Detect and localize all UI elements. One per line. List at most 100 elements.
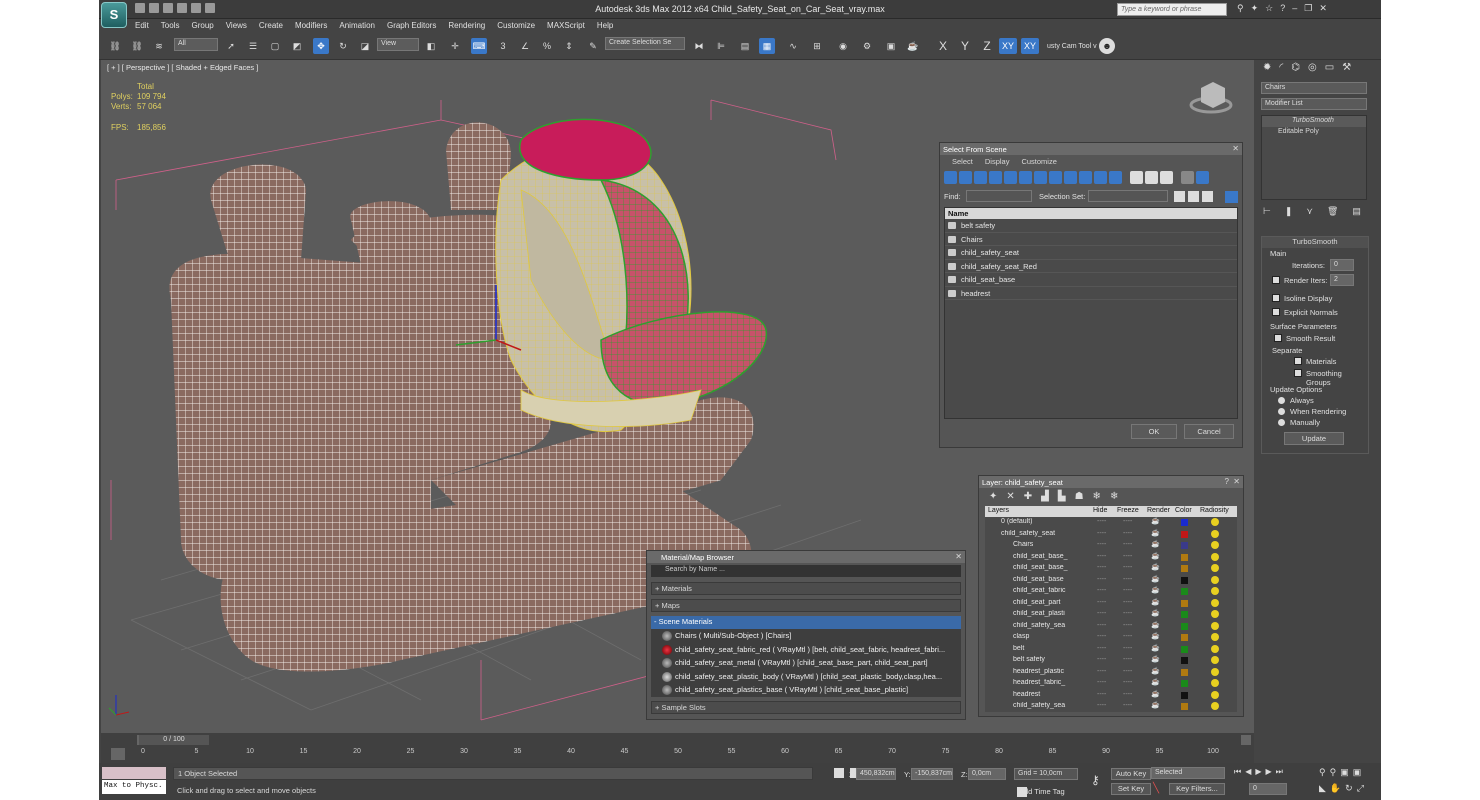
highlight-selected-icon[interactable]: ▙: [1058, 491, 1066, 503]
selset-edit-icon[interactable]: [1188, 191, 1199, 202]
list-item[interactable]: headrest: [945, 287, 1237, 300]
hide-toggle[interactable]: ----: [1097, 530, 1106, 537]
radiosity-bulb-icon[interactable]: [1211, 575, 1219, 584]
group-scene-materials[interactable]: - Scene Materials: [651, 616, 961, 629]
z-coordinate-field[interactable]: 0,0cm: [968, 768, 1006, 780]
object-name-field[interactable]: Chairs: [1261, 82, 1367, 94]
freeze-toggle[interactable]: ----: [1123, 530, 1132, 537]
freeze-toggle[interactable]: ----: [1123, 622, 1132, 629]
hide-toggle[interactable]: ----: [1097, 633, 1106, 640]
when-rendering-radio[interactable]: [1278, 408, 1285, 415]
zoom-extents-all-icon[interactable]: ▣: [1353, 767, 1362, 778]
group-maps[interactable]: + Maps: [651, 599, 961, 612]
freeze-toggle[interactable]: ----: [1123, 564, 1132, 571]
radiosity-bulb-icon[interactable]: [1211, 679, 1219, 687]
freeze-toggle[interactable]: ----: [1123, 656, 1132, 663]
curve-editor-icon[interactable]: ∿: [785, 38, 801, 54]
pivot-center-icon[interactable]: ◧: [423, 38, 439, 54]
key-filters-button[interactable]: Key Filters...: [1169, 783, 1225, 795]
hide-toggle[interactable]: ----: [1097, 668, 1106, 675]
select-by-name-icon[interactable]: ☰: [245, 38, 261, 54]
render-teapot-icon[interactable]: ☕: [1151, 529, 1160, 537]
hide-toggle[interactable]: ----: [1097, 518, 1106, 525]
render-production-icon[interactable]: ☕: [905, 38, 921, 54]
hide-toggle[interactable]: ----: [1097, 645, 1106, 652]
snap-3d-icon[interactable]: 3: [495, 38, 511, 54]
show-end-result-icon[interactable]: ❚: [1285, 206, 1293, 217]
list-item[interactable]: child_seat_base: [945, 273, 1237, 287]
redo-icon[interactable]: [191, 3, 201, 13]
zoom-extents-icon[interactable]: ▣: [1340, 767, 1349, 778]
menu-modifiers[interactable]: Modifiers: [289, 19, 333, 33]
window-crossing-icon[interactable]: ◩: [289, 38, 305, 54]
lock-selection-icon[interactable]: [834, 768, 844, 778]
explicit-normals-checkbox[interactable]: [1272, 308, 1280, 316]
radiosity-bulb-icon[interactable]: [1211, 633, 1219, 641]
list-item[interactable]: child_safety_seat: [945, 246, 1237, 260]
stack-item-editable-poly[interactable]: Editable Poly: [1262, 127, 1366, 138]
link-icon[interactable]: ⛓: [107, 38, 123, 54]
save-icon[interactable]: [163, 3, 173, 13]
close-icon[interactable]: ✕: [1232, 144, 1239, 153]
utilities-tab-icon[interactable]: ⚒: [1342, 62, 1351, 73]
radiosity-bulb-icon[interactable]: [1211, 598, 1219, 607]
display-geometry-icon[interactable]: [944, 171, 957, 184]
layer-color-swatch[interactable]: [1181, 668, 1188, 676]
col-layers[interactable]: Layers: [988, 507, 1009, 514]
hide-toggle[interactable]: ----: [1097, 576, 1106, 583]
radiosity-bulb-icon[interactable]: [1211, 702, 1219, 710]
radiosity-bulb-icon[interactable]: [1211, 564, 1219, 572]
mirror-icon[interactable]: ⧓: [691, 38, 707, 54]
y-coordinate-field[interactable]: -150,837cm: [911, 768, 953, 780]
filter-icon[interactable]: [1181, 171, 1194, 184]
hide-toggle[interactable]: ----: [1097, 702, 1106, 709]
auto-key-button[interactable]: Auto Key: [1111, 768, 1151, 780]
sync-selection-icon[interactable]: [1225, 191, 1238, 203]
app-logo-button[interactable]: S: [101, 2, 127, 28]
layer-row[interactable]: child_seat_base_ ---- ---- ☕: [985, 552, 1237, 564]
radiosity-bulb-icon[interactable]: [1211, 656, 1219, 664]
filter-options-icon[interactable]: [1196, 171, 1209, 184]
hide-toggle[interactable]: ----: [1097, 564, 1106, 571]
minimize-icon[interactable]: –: [1292, 3, 1297, 14]
add-time-tag[interactable]: Add Time Tag: [1019, 787, 1065, 796]
axis-z-button[interactable]: Z: [979, 38, 995, 54]
render-all-icon[interactable]: ❄: [1110, 491, 1118, 503]
select-invert-icon[interactable]: [1160, 171, 1173, 184]
help-icon[interactable]: ?: [1280, 3, 1285, 14]
display-helpers-icon[interactable]: [1004, 171, 1017, 184]
layer-row[interactable]: headrest_fabric_ ---- ---- ☕: [985, 678, 1237, 690]
menu-customize[interactable]: Customize: [1021, 157, 1056, 166]
key-icon[interactable]: ⚷: [1091, 773, 1100, 787]
ribbon-icon[interactable]: ▦: [759, 38, 775, 54]
search-input[interactable]: Type a keyword or phrase: [1117, 3, 1227, 16]
scale-icon[interactable]: ◪: [357, 38, 373, 54]
pin-stack-icon[interactable]: ⊢: [1263, 206, 1271, 217]
hide-toggle[interactable]: ----: [1097, 553, 1106, 560]
schematic-view-icon[interactable]: ⊞: [809, 38, 825, 54]
headrest-left[interactable]: [210, 164, 306, 265]
hide-toggle[interactable]: ----: [1097, 541, 1106, 548]
bind-space-warp-icon[interactable]: ≋: [151, 38, 167, 54]
go-to-start-icon[interactable]: ⏮: [1234, 767, 1241, 777]
maximize-viewport-icon[interactable]: ⤢: [1357, 783, 1364, 794]
display-tab-icon[interactable]: ▭: [1325, 62, 1334, 73]
unlink-icon[interactable]: ⛓: [129, 38, 145, 54]
radiosity-bulb-icon[interactable]: [1211, 541, 1219, 549]
freeze-toggle[interactable]: ----: [1123, 645, 1132, 652]
rotate-icon[interactable]: ↻: [335, 38, 351, 54]
menu-create[interactable]: Create: [253, 19, 289, 33]
selection-set-dropdown[interactable]: [1088, 190, 1168, 202]
hide-toggle[interactable]: ----: [1097, 622, 1106, 629]
col-hide[interactable]: Hide: [1093, 507, 1107, 514]
render-teapot-icon[interactable]: ☕: [1151, 655, 1160, 663]
mini-curve-editor-icon[interactable]: [111, 748, 125, 760]
display-xrefs-icon[interactable]: [1049, 171, 1062, 184]
radiosity-bulb-icon[interactable]: [1211, 644, 1219, 653]
menu-views[interactable]: Views: [220, 19, 253, 33]
display-bones-icon[interactable]: [1064, 171, 1077, 184]
freeze-toggle[interactable]: ----: [1123, 587, 1132, 594]
render-teapot-icon[interactable]: ☕: [1151, 540, 1160, 548]
layer-color-swatch[interactable]: [1181, 542, 1188, 549]
layer-row[interactable]: 0 (default) ---- ---- ☕: [985, 517, 1237, 529]
